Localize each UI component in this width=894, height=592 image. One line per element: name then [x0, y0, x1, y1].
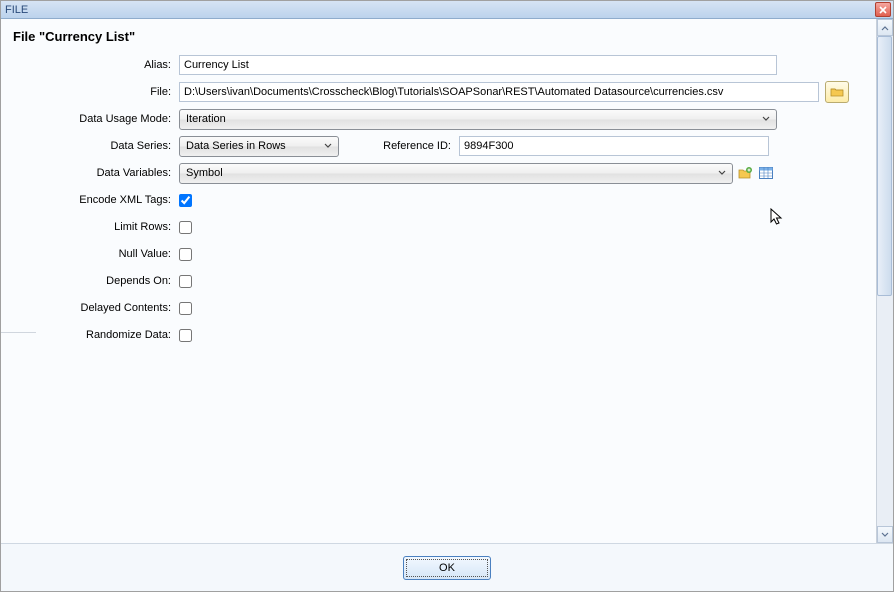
- data-usage-mode-value: Iteration: [186, 113, 758, 125]
- encode-xml-checkbox[interactable]: [179, 194, 192, 207]
- folder-icon: [830, 86, 844, 98]
- limit-rows-checkbox[interactable]: [179, 221, 192, 234]
- depends-on-checkbox[interactable]: [179, 275, 192, 288]
- label-null-value: Null Value:: [11, 248, 179, 260]
- data-variables-dropdown[interactable]: Symbol: [179, 163, 733, 184]
- label-data-variables: Data Variables:: [11, 167, 179, 179]
- body-area: File "Currency List" Alias: File:: [1, 19, 893, 543]
- row-depends-on: Depends On:: [11, 270, 866, 292]
- browse-button[interactable]: [825, 81, 849, 103]
- label-alias: Alias:: [11, 59, 179, 71]
- row-file: File:: [11, 81, 866, 103]
- row-usage-mode: Data Usage Mode: Iteration: [11, 108, 866, 130]
- view-variables-button[interactable]: [757, 164, 775, 182]
- row-encode-xml: Encode XML Tags:: [11, 189, 866, 211]
- folder-add-icon: [737, 165, 753, 181]
- scroll-track[interactable]: [877, 36, 893, 526]
- add-variable-button[interactable]: [736, 164, 754, 182]
- scroll-up-button[interactable]: [877, 19, 893, 36]
- ok-button[interactable]: OK: [403, 556, 491, 580]
- label-file: File:: [11, 86, 179, 98]
- label-usage-mode: Data Usage Mode:: [11, 113, 179, 125]
- data-series-value: Data Series in Rows: [186, 140, 320, 152]
- separator: [1, 332, 36, 333]
- row-null-value: Null Value:: [11, 243, 866, 265]
- page-title: File "Currency List": [11, 25, 866, 54]
- chevron-down-icon: [320, 143, 336, 149]
- close-icon: [879, 6, 887, 14]
- chevron-down-icon: [714, 170, 730, 176]
- chevron-down-icon: [881, 532, 889, 538]
- label-encode-xml: Encode XML Tags:: [11, 194, 179, 206]
- row-delayed-contents: Delayed Contents:: [11, 297, 866, 319]
- label-limit-rows: Limit Rows:: [11, 221, 179, 233]
- vertical-scrollbar[interactable]: [876, 19, 893, 543]
- scroll-down-button[interactable]: [877, 526, 893, 543]
- chevron-up-icon: [881, 25, 889, 31]
- data-variables-value: Symbol: [186, 167, 714, 179]
- row-randomize: Randomize Data:: [11, 324, 866, 346]
- content-pane: File "Currency List" Alias: File:: [1, 19, 876, 543]
- close-button[interactable]: [875, 2, 891, 17]
- window-title: FILE: [5, 4, 28, 16]
- label-randomize: Randomize Data:: [11, 329, 179, 341]
- file-dialog: FILE File "Currency List" Alias: File:: [0, 0, 894, 592]
- table-icon: [758, 165, 774, 181]
- reference-id-input[interactable]: [459, 136, 769, 156]
- label-delayed-contents: Delayed Contents:: [11, 302, 179, 314]
- label-reference-id: Reference ID:: [339, 140, 459, 152]
- randomize-data-checkbox[interactable]: [179, 329, 192, 342]
- null-value-checkbox[interactable]: [179, 248, 192, 261]
- data-series-dropdown[interactable]: Data Series in Rows: [179, 136, 339, 157]
- delayed-contents-checkbox[interactable]: [179, 302, 192, 315]
- titlebar: FILE: [1, 1, 893, 19]
- label-data-series: Data Series:: [11, 140, 179, 152]
- alias-input[interactable]: [179, 55, 777, 75]
- row-data-series: Data Series: Data Series in Rows Referen…: [11, 135, 866, 157]
- file-input[interactable]: [179, 82, 819, 102]
- row-alias: Alias:: [11, 54, 866, 76]
- chevron-down-icon: [758, 116, 774, 122]
- data-usage-mode-dropdown[interactable]: Iteration: [179, 109, 777, 130]
- row-limit-rows: Limit Rows:: [11, 216, 866, 238]
- scroll-thumb[interactable]: [877, 36, 892, 296]
- footer: OK: [1, 543, 893, 591]
- row-data-variables: Data Variables: Symbol: [11, 162, 866, 184]
- label-depends-on: Depends On:: [11, 275, 179, 287]
